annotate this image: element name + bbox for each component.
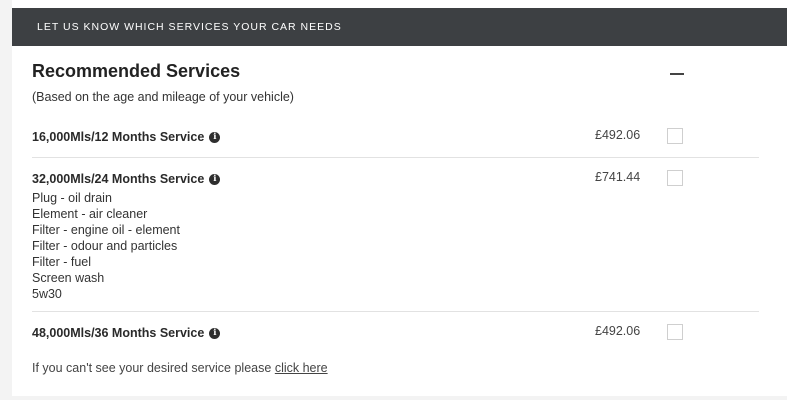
service-name: 48,000Mls/36 Months Service [32,326,205,340]
component-item: Screen wash [32,271,105,285]
row-divider [32,157,759,158]
service-checkbox[interactable] [667,128,683,144]
component-item: Plug - oil drain [32,191,112,205]
service-price: £492.06 [595,324,641,338]
footer-note-text: If you can't see your desired service pl… [32,361,272,375]
section-header-bar: LET US KNOW WHICH SERVICES YOUR CAR NEED… [12,8,787,46]
recommended-services-panel: Recommended Services (Based on the age a… [12,46,787,396]
service-price: £492.06 [595,128,641,142]
service-components-list: Plug - oil drain Element - air cleaner F… [32,190,759,302]
row-divider [32,311,759,312]
top-strip [12,0,787,8]
service-name: 32,000Mls/24 Months Service [32,172,205,186]
component-item: 5w30 [32,287,62,301]
info-icon[interactable]: i [209,131,221,143]
panel-subtitle: (Based on the age and mileage of your ve… [32,90,294,104]
collapse-button[interactable] [662,62,692,86]
component-item: Filter - odour and particles [32,239,178,253]
service-name-wrap: 48,000Mls/36 Months Service i [32,326,221,340]
service-row: 16,000Mls/12 Months Service i £492.06 [32,128,759,146]
service-checkbox[interactable] [667,170,683,186]
service-checkbox[interactable] [667,324,683,340]
service-price: £741.44 [595,170,641,184]
component-item: Element - air cleaner [32,207,148,221]
panel-title: Recommended Services [32,61,241,81]
click-here-link[interactable]: click here [275,361,328,375]
minus-icon [670,73,684,75]
component-item: Filter - fuel [32,255,92,269]
component-item: Filter - engine oil - element [32,223,180,237]
info-icon[interactable]: i [209,327,221,339]
service-row: 48,000Mls/36 Months Service i £492.06 [32,324,759,342]
service-row: 32,000Mls/24 Months Service i £741.44 Pl… [32,170,759,302]
service-name: 16,000Mls/12 Months Service [32,130,205,144]
section-header-title: LET US KNOW WHICH SERVICES YOUR CAR NEED… [37,21,342,33]
service-name-wrap: 16,000Mls/12 Months Service i [32,130,221,144]
footer-note: If you can't see your desired service pl… [32,361,328,375]
service-name-wrap: 32,000Mls/24 Months Service i [32,172,221,186]
info-icon[interactable]: i [209,173,221,185]
